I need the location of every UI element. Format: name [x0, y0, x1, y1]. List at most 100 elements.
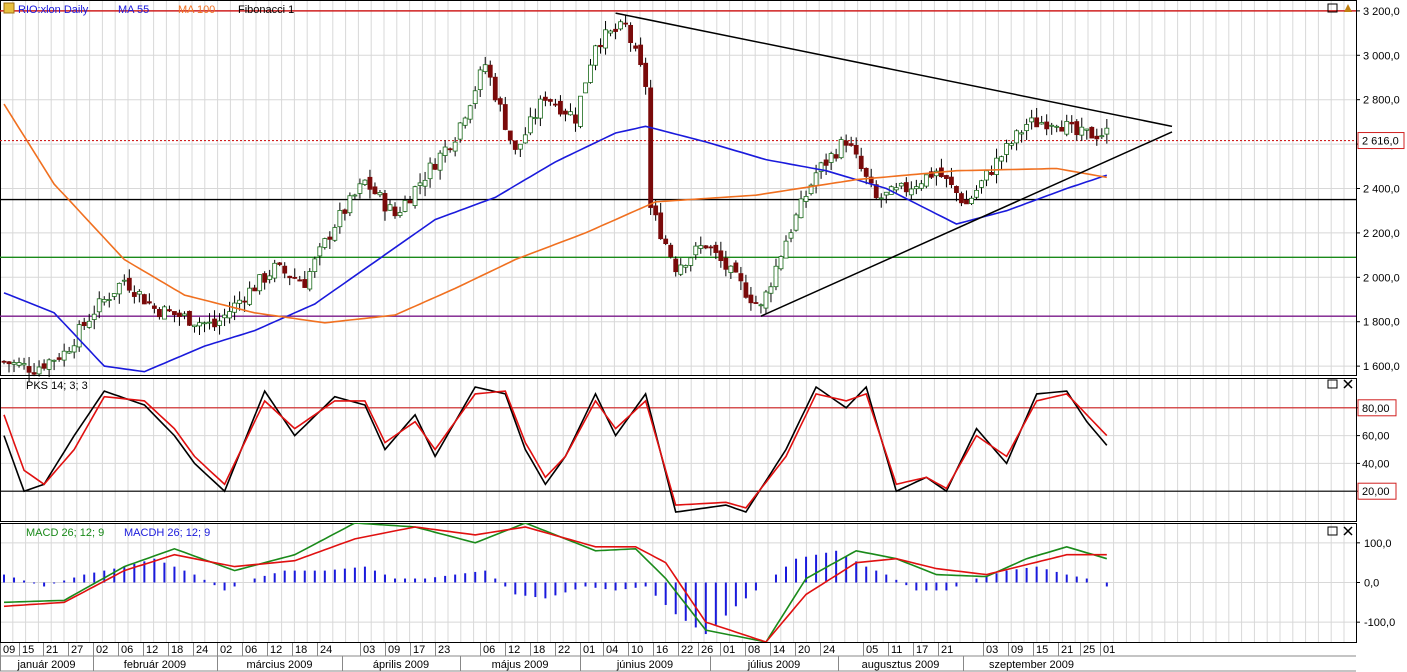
candle-body: [878, 197, 884, 200]
legend-symbol[interactable]: RIO:xlon Daily: [18, 4, 89, 16]
x-month-label: augusztus 2009: [862, 659, 940, 671]
candle-body: [532, 117, 538, 119]
candle-body: [573, 114, 578, 124]
candle-body: [392, 206, 398, 217]
candle-body: [1089, 126, 1095, 139]
candle-body: [417, 182, 423, 186]
candle-body: [848, 143, 854, 146]
candle-body: [843, 140, 849, 146]
candle-body: [502, 104, 508, 130]
x-day-label: 01: [583, 644, 595, 656]
x-day-label: 01: [723, 644, 735, 656]
legend-stochastic[interactable]: PKS 14; 3; 3: [26, 380, 88, 392]
candle-body: [497, 98, 503, 105]
candle-body: [1064, 121, 1070, 135]
x-day-label: 10: [631, 644, 643, 656]
candle-body: [1069, 121, 1075, 125]
candle-body: [949, 176, 954, 185]
legend-macdh[interactable]: MACDH 26; 12; 9: [124, 527, 210, 539]
candle-body: [442, 146, 448, 156]
x-day-label: 27: [71, 644, 83, 656]
candle-body: [96, 298, 102, 313]
candle-body: [883, 191, 889, 196]
candle-body: [1034, 117, 1040, 128]
candle-body: [908, 188, 914, 196]
candle-body: [1094, 135, 1100, 140]
candle-body: [207, 321, 212, 324]
candle-body: [141, 294, 147, 305]
candle-body: [327, 236, 333, 240]
x-axis: 09 15 21 27 02 06 12 18 24 02 06 12 18 24 03 09 17 23 06 12…: [0, 643, 1356, 672]
x-day-label: 12: [508, 644, 520, 656]
candle-body: [76, 324, 82, 348]
candle-body: [277, 262, 283, 265]
candle-body: [31, 372, 37, 375]
candle-body: [437, 152, 443, 171]
candle-body: [46, 359, 52, 370]
candle-body: [337, 210, 343, 228]
candle-body: [382, 193, 388, 212]
x-month-label: március 2009: [246, 659, 312, 671]
candle-body: [893, 187, 899, 191]
candle-body: [673, 258, 679, 273]
candle-body: [643, 62, 649, 87]
candle-body: [212, 318, 217, 328]
x-month-label: szeptember 2009: [989, 659, 1074, 671]
candle-body: [923, 174, 929, 187]
candle-body: [1049, 124, 1055, 127]
x-day-label: 22: [558, 644, 570, 656]
candle-body: [618, 21, 623, 30]
legend-ma55[interactable]: MA 55: [118, 4, 149, 16]
candle-body: [262, 273, 268, 283]
candle-body: [477, 69, 483, 91]
candle-body: [422, 179, 428, 187]
x-month-label: július 2009: [747, 659, 801, 671]
candle-body: [783, 240, 789, 259]
x-day-label: 25: [1083, 644, 1095, 656]
candle-body: [648, 87, 654, 208]
candle-body: [352, 194, 358, 197]
candle-body: [708, 246, 714, 249]
candle-body: [307, 271, 313, 290]
candle-body: [969, 197, 974, 204]
x-day-label: 24: [320, 644, 332, 656]
candle-body: [292, 276, 298, 279]
legend-ma100[interactable]: MA 100: [178, 4, 215, 16]
candle-body: [763, 291, 769, 309]
candle-body: [81, 321, 87, 327]
legend-macd[interactable]: MACD 26; 12; 9: [26, 527, 104, 539]
candle-body: [568, 111, 573, 116]
stoch-tick-label: 20,00: [1362, 486, 1390, 498]
x-day-label: 08: [748, 644, 760, 656]
candle-body: [6, 361, 12, 365]
candle-body: [527, 116, 533, 134]
candle-body: [688, 257, 694, 266]
price-tick-label: 2 400,0: [1363, 184, 1400, 196]
candle-body: [537, 98, 543, 119]
x-day-label: 03: [363, 644, 375, 656]
candle-body: [1019, 132, 1025, 135]
candle-body: [131, 292, 137, 297]
candle-body: [1024, 124, 1030, 132]
candle-body: [126, 277, 132, 291]
candle-body: [1044, 121, 1050, 130]
candle-body: [227, 311, 232, 319]
candle-body: [918, 183, 924, 189]
x-day-label: 06: [121, 644, 133, 656]
candle-body: [1099, 135, 1105, 138]
stoch-tick-label: 40,00: [1362, 458, 1390, 470]
candle-body: [979, 180, 984, 188]
x-day-label: 11: [891, 644, 902, 656]
candle-body: [387, 204, 393, 211]
stoch-legend: PKS 14; 3; 3: [26, 380, 88, 392]
legend-fibonacci[interactable]: Fibonacci 1: [238, 4, 294, 16]
candle-body: [202, 322, 207, 325]
x-day-label: 22: [681, 644, 693, 656]
candle-body: [1029, 117, 1035, 123]
candle-body: [964, 199, 969, 205]
candle-body: [1004, 143, 1009, 155]
candle-body: [11, 362, 17, 365]
x-month-label: május 2009: [492, 659, 549, 671]
candle-body: [1074, 121, 1080, 136]
candle-body: [623, 22, 628, 25]
